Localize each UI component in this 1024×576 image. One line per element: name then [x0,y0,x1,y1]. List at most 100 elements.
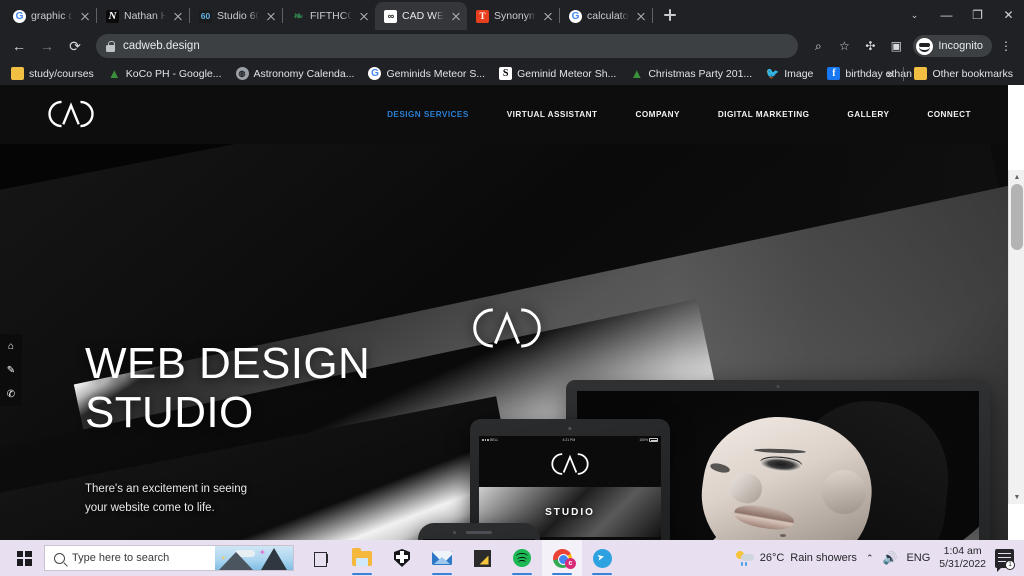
hero-paragraph-line1: There's an excitement in seeing [85,483,248,495]
site-header: DESIGN SERVICES VIRTUAL ASSISTANT COMPAN… [0,85,1008,144]
mail-button[interactable] [422,540,462,576]
weather-widget[interactable]: 26°C Rain showers [735,550,857,566]
bookmark-label: study/courses [29,67,94,80]
bookmark-item[interactable]: ▲ KoCo PH - Google... [101,65,229,82]
nav-item-digital-marketing[interactable]: DIGITAL MARKETING [699,110,829,119]
language-indicator[interactable]: ENG [906,552,930,564]
nav-item-design-services[interactable]: DESIGN SERVICES [368,110,488,119]
tab-title: Studio 60 Desi [217,10,259,22]
close-icon[interactable] [634,9,648,23]
close-icon[interactable] [78,9,92,23]
google-drive-icon: ▲ [630,66,644,81]
close-icon[interactable] [449,9,463,23]
task-view-button[interactable] [302,540,342,576]
speaker-icon[interactable]: 🔊 [882,551,897,565]
notification-line [998,556,1011,559]
spotify-button[interactable] [502,540,542,576]
cad-logo-icon[interactable] [28,93,114,135]
bookmark-item[interactable]: study/courses [4,65,101,82]
google-icon: G [368,67,382,80]
side-panel-icon[interactable]: ▣ [884,34,908,58]
bookmark-item[interactable]: G Geminids Meteor S... [361,65,492,82]
maximize-icon[interactable]: ❐ [962,0,993,30]
cad-website: DESIGN SERVICES VIRTUAL ASSISTANT COMPAN… [0,85,1008,540]
mail-icon [432,551,452,565]
close-icon[interactable] [171,9,185,23]
close-window-icon[interactable]: ✕ [993,0,1024,30]
mountain-shape [219,552,253,570]
browser-tab[interactable]: T Synonyms and [467,2,559,30]
browser-tab[interactable]: 60 Studio 60 Desi [190,2,282,30]
close-icon[interactable] [541,9,555,23]
notification-center-button[interactable]: 1 [995,548,1015,572]
address-bar[interactable]: cadweb.design [96,34,799,58]
bookmark-item[interactable]: 🐦 Image [759,65,820,82]
google-drive-icon: ▲ [107,66,121,81]
search-icon [54,552,65,564]
profile-button[interactable]: Incognito [913,35,992,57]
chrome-button[interactable]: c [542,540,582,576]
minimize-icon[interactable]: — [931,0,962,30]
new-tab-button[interactable] [657,2,683,28]
browser-tab[interactable]: calculator - Go [560,2,652,30]
nav-item-virtual-assistant[interactable]: VIRTUAL ASSISTANT [488,110,617,119]
puzzle-icon[interactable]: ✣ [858,34,882,58]
telegram-button[interactable] [582,540,622,576]
scroll-up-arrow[interactable]: ▲ [1009,170,1024,184]
bookmarks-overflow-button[interactable]: » [880,67,901,81]
close-icon[interactable] [264,9,278,23]
browser-tab-active[interactable]: ∞ CAD WEB DESI [375,2,467,30]
bookmark-item[interactable]: ▲ Christmas Party 201... [623,65,759,82]
star-icon[interactable]: ☆ [832,34,856,58]
cad-icon: ∞ [384,9,397,23]
scroll-down-arrow[interactable]: ▼ [1009,490,1024,504]
browser-tab[interactable]: graphic design [4,2,96,30]
other-bookmarks-button[interactable]: Other bookmarks [907,65,1020,82]
tab-search-icon[interactable]: ⌄ [900,0,931,30]
phone-icon[interactable]: ✆ [0,382,22,406]
hero-gradient-overlay [678,144,1008,540]
page-scrollbar[interactable]: ▲ ▼ [1008,170,1024,504]
window-controls: ⌄ — ❐ ✕ [900,0,1024,30]
nav-item-connect[interactable]: CONNECT [908,110,990,119]
notification-line [998,552,1011,555]
search-placeholder: Type here to search [72,552,170,564]
hero-heading-line2: STUDIO [85,388,254,437]
reload-button[interactable]: ⟳ [62,33,88,59]
thesaurus-icon: T [476,9,489,23]
zoom-out-icon[interactable]: ⌕ [806,34,830,58]
search-input[interactable]: Type here to search ✦ ✦ [44,545,294,571]
scrollbar-thumb[interactable] [1011,184,1023,250]
divider [903,66,905,81]
show-hidden-icons-button[interactable]: ⌃ [866,553,874,564]
browser-tab[interactable]: N Nathan Hull – C [97,2,189,30]
tab-title: Nathan Hull – C [124,10,166,22]
three-dot-menu-icon[interactable]: ⋮ [994,34,1018,58]
home-icon[interactable]: ⌂ [0,334,22,358]
weather-temperature: 26°C [759,552,785,564]
start-button[interactable] [4,540,44,576]
weather-condition: Rain showers [790,552,857,564]
message-icon[interactable]: ✎ [0,358,22,382]
bookmark-label: Christmas Party 201... [648,67,753,80]
clock[interactable]: 1:04 am 5/31/2022 [939,545,986,571]
back-button[interactable]: ← [6,33,32,59]
file-explorer-button[interactable] [342,540,382,576]
chrome-badge: c [565,558,576,569]
forward-button[interactable]: → [34,33,60,59]
nav-item-gallery[interactable]: GALLERY [828,110,908,119]
clock-date: 5/31/2022 [939,558,986,570]
other-bookmarks-label: Other bookmarks [932,67,1013,80]
sticky-notes-button[interactable] [462,540,502,576]
screen: graphic design N Nathan Hull – C 60 Stud… [0,0,1024,576]
system-tray: 26°C Rain showers ⌃ 🔊 ENG 1:04 am 5/31/2… [735,545,1020,572]
page-viewport: DESIGN SERVICES VIRTUAL ASSISTANT COMPAN… [0,85,1024,540]
close-icon[interactable] [357,9,371,23]
bookmark-label: Astronomy Calenda... [253,67,355,80]
mountain-shape [261,548,287,570]
windows-defender-button[interactable] [382,540,422,576]
bookmark-item[interactable]: S Geminid Meteor Sh... [492,65,623,82]
nav-item-company[interactable]: COMPANY [617,110,699,119]
bookmark-item[interactable]: ◍ Astronomy Calenda... [229,65,362,82]
browser-tab[interactable]: ❧ FIFTHCOLOUR [283,2,375,30]
